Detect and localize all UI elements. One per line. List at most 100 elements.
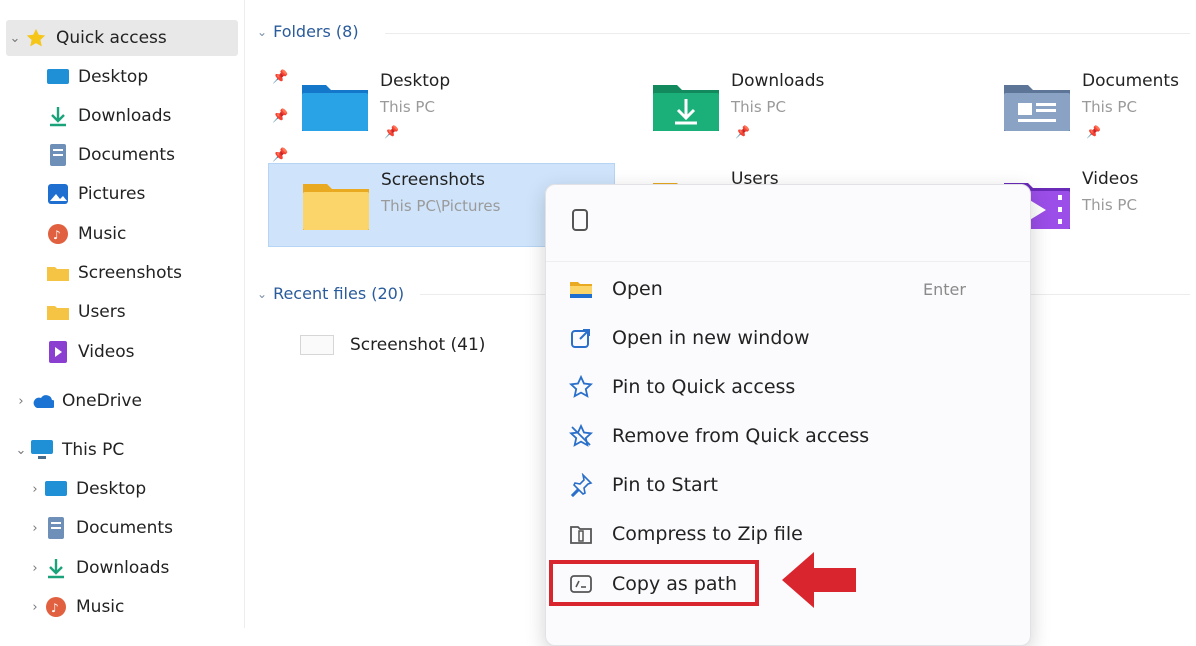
chevron-right-icon[interactable]: › (26, 600, 44, 615)
pin-icon: 📌 (735, 125, 750, 139)
section-divider (385, 33, 1190, 34)
menu-item-label: Pin to Quick access (612, 376, 796, 398)
recent-file-name: Screenshot (41) (350, 335, 486, 355)
unstar-icon (568, 423, 594, 449)
folder-location: This PC (1082, 98, 1137, 116)
folder-icon (46, 261, 70, 285)
nav-label: Music (78, 224, 127, 244)
nav-pc-desktop[interactable]: › Desktop (26, 471, 146, 507)
nav-label: Music (76, 597, 125, 617)
nav-label: Videos (78, 342, 135, 362)
pin-icon: 📌 (1086, 125, 1101, 139)
folder-name: Desktop (380, 71, 451, 91)
cloud-icon (30, 389, 54, 413)
zip-icon (568, 521, 594, 547)
nav-pictures[interactable]: Pictures 📌 (46, 176, 288, 212)
menu-item-pin-quick-access[interactable]: Pin to Quick access (546, 365, 1030, 409)
nav-users[interactable]: Users (46, 294, 126, 330)
recent-header-label: Recent files (20) (273, 284, 405, 303)
menu-item-remove-quick-access[interactable]: Remove from Quick access (546, 414, 1030, 458)
nav-label: Desktop (78, 67, 149, 87)
menu-item-pin-start[interactable]: Pin to Start (546, 463, 1030, 507)
star-icon (24, 26, 48, 50)
downloads-folder-icon (653, 85, 719, 131)
svg-text:♪: ♪ (51, 601, 59, 615)
downloads-icon (46, 104, 70, 128)
chevron-right-icon[interactable]: › (12, 394, 30, 409)
desktop-icon (44, 477, 68, 501)
menu-item-label: Compress to Zip file (612, 523, 803, 545)
navigation-pane: ⌄ Quick access Desktop 📌 Downloads 📌 Doc… (0, 0, 288, 628)
folder-tile-documents[interactable]: Documents This PC 📌 (970, 65, 1196, 147)
menu-item-open-new-window[interactable]: Open in new window (546, 316, 1030, 360)
music-icon: ♪ (44, 595, 68, 619)
folder-name: Documents (1082, 71, 1179, 91)
svg-text:♪: ♪ (53, 228, 61, 242)
nav-pc-music[interactable]: › ♪ Music (26, 589, 124, 625)
nav-label: Downloads (76, 558, 170, 578)
nav-documents[interactable]: Documents 📌 (46, 137, 288, 173)
nav-screenshots[interactable]: Screenshots (46, 255, 182, 291)
folder-location: This PC (380, 98, 435, 116)
downloads-icon (44, 556, 68, 580)
nav-desktop[interactable]: Desktop 📌 (46, 59, 288, 95)
menu-item-shortcut: Enter (923, 279, 966, 299)
folder-name: Screenshots (381, 170, 486, 190)
menu-item-label: Open (612, 278, 663, 300)
nav-label: Documents (76, 518, 173, 538)
documents-folder-icon (1004, 85, 1070, 131)
chevron-right-icon[interactable]: › (26, 482, 44, 497)
star-icon (568, 374, 594, 400)
documents-icon (44, 516, 68, 540)
nav-label: Screenshots (78, 263, 183, 283)
nav-this-pc[interactable]: ⌄ This PC (12, 432, 124, 468)
menu-item-open[interactable]: Open Enter (546, 267, 1030, 311)
folder-icon (46, 300, 70, 324)
nav-label: Documents (78, 145, 175, 165)
copy-icon[interactable] (572, 209, 588, 231)
red-arrow-icon (782, 552, 856, 608)
chevron-down-icon[interactable]: ⌄ (257, 25, 267, 39)
nav-quick-access[interactable]: ⌄ Quick access (6, 20, 238, 56)
folder-tile-desktop[interactable]: Desktop This PC 📌 (268, 65, 613, 147)
pictures-icon (46, 182, 70, 206)
folder-tile-downloads[interactable]: Downloads This PC 📌 (619, 65, 964, 147)
folders-header-label: Folders (8) (273, 22, 359, 41)
pin-icon (568, 472, 594, 498)
chevron-right-icon[interactable]: › (26, 521, 44, 536)
folder-name: Downloads (731, 71, 825, 91)
folders-section-header[interactable]: ⌄ Folders (8) (257, 22, 359, 41)
open-folder-icon (568, 276, 594, 302)
nav-pc-downloads[interactable]: › Downloads (26, 550, 169, 586)
folder-location: This PC (731, 98, 786, 116)
folder-location: This PC\Pictures (381, 197, 501, 215)
nav-label: OneDrive (62, 391, 142, 411)
menu-item-label: Remove from Quick access (612, 425, 870, 447)
nav-label: Downloads (78, 106, 172, 126)
videos-icon (46, 340, 70, 364)
desktop-icon (46, 65, 70, 89)
nav-label: Users (78, 302, 126, 322)
folder-location: This PC (1082, 196, 1137, 214)
recent-file-row[interactable]: Screenshot (41) (300, 335, 485, 355)
nav-label: Desktop (76, 479, 147, 499)
chevron-right-icon[interactable]: › (26, 561, 44, 576)
nav-label: Quick access (56, 28, 167, 48)
chevron-down-icon[interactable]: ⌄ (6, 31, 24, 46)
highlight-box (549, 560, 759, 606)
menu-item-label: Open in new window (612, 327, 810, 349)
folder-icon (303, 184, 369, 230)
nav-label: This PC (62, 440, 125, 460)
pin-icon: 📌 (384, 125, 399, 139)
nav-pc-documents[interactable]: › Documents (26, 510, 173, 546)
nav-downloads[interactable]: Downloads 📌 (46, 98, 288, 134)
new-window-icon (568, 325, 594, 351)
nav-label: Pictures (78, 184, 146, 204)
chevron-down-icon[interactable]: ⌄ (257, 287, 267, 301)
nav-videos[interactable]: Videos (46, 334, 135, 370)
chevron-down-icon[interactable]: ⌄ (12, 443, 30, 458)
recent-section-header[interactable]: ⌄ Recent files (20) (257, 284, 404, 303)
nav-onedrive[interactable]: › OneDrive (12, 383, 142, 419)
nav-music[interactable]: ♪ Music (46, 216, 126, 252)
desktop-folder-icon (302, 85, 368, 131)
